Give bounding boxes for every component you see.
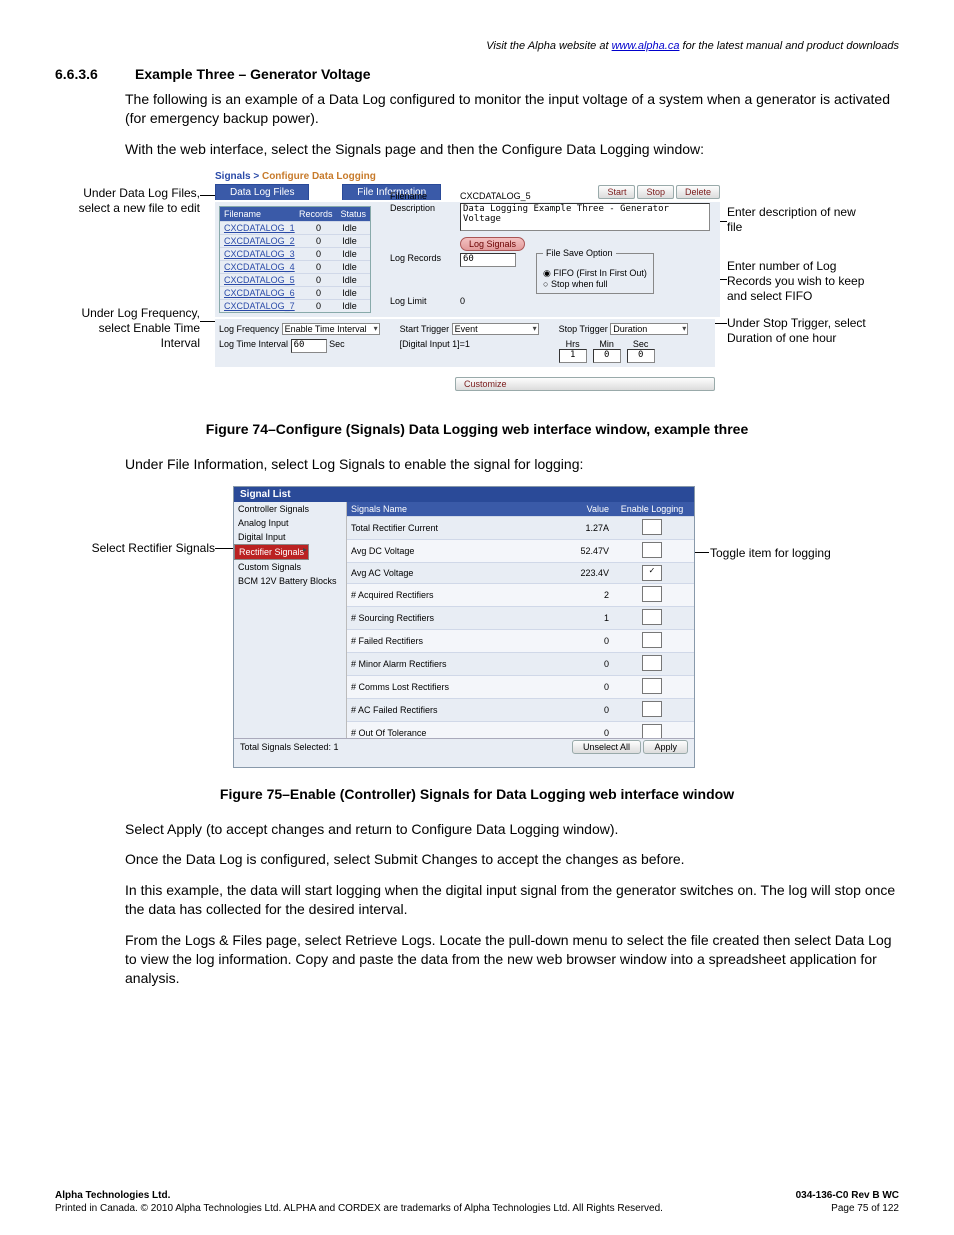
data-log-file-row[interactable]: CXCDATALOG_10Idle <box>220 221 370 234</box>
callout: Under Log Frequency, select Enable Time … <box>60 306 200 351</box>
enable-logging-checkbox[interactable] <box>642 565 662 581</box>
log-limit-value: 0 <box>460 296 465 306</box>
fifo-radio[interactable]: ◉ FIFO (First In First Out) <box>543 268 647 279</box>
data-log-file-row[interactable]: CXCDATALOG_70Idle <box>220 299 370 312</box>
footer-company: Alpha Technologies Ltd. <box>55 1189 170 1202</box>
category-item[interactable]: Custom Signals <box>234 560 346 574</box>
enable-logging-checkbox[interactable] <box>642 655 662 671</box>
footer-page: Page 75 of 122 <box>831 1202 899 1215</box>
log-time-interval-input[interactable]: 60 <box>291 339 327 353</box>
callout: Under Stop Trigger, select Duration of o… <box>727 316 867 346</box>
figure-74-caption: Figure 74–Configure (Signals) Data Loggi… <box>55 421 899 437</box>
start-trigger-sub: [Digital Input 1]=1 <box>400 339 539 349</box>
section-number: 6.6.3.6 <box>55 66 115 82</box>
col-signals-name: Signals Name <box>347 502 545 516</box>
alpha-link[interactable]: www.alpha.ca <box>612 40 680 52</box>
figure-75-screenshot: Select Rectifier Signals Toggle item for… <box>55 486 899 776</box>
category-item[interactable]: BCM 12V Battery Blocks <box>234 574 346 588</box>
category-item[interactable]: Digital Input <box>234 530 346 544</box>
signal-list-title: Signal List <box>234 487 694 502</box>
col-status: Status <box>336 207 370 221</box>
signal-row: # Comms Lost Rectifiers0 <box>347 675 694 698</box>
signal-category-list: Controller Signals Analog Input Digital … <box>234 502 347 738</box>
paragraph: Select Apply (to accept changes and retu… <box>125 820 899 839</box>
enable-logging-checkbox[interactable] <box>642 701 662 717</box>
tab-data-log-files[interactable]: Data Log Files <box>215 184 309 200</box>
signal-row: Avg AC Voltage223.4V <box>347 562 694 583</box>
min-input[interactable]: 0 <box>593 349 621 363</box>
figure-75-caption: Figure 75–Enable (Controller) Signals fo… <box>55 786 899 802</box>
footer-doc: 034-136-C0 Rev B WC <box>796 1189 899 1202</box>
paragraph: With the web interface, select the Signa… <box>125 140 899 159</box>
data-log-file-row[interactable]: CXCDATALOG_20Idle <box>220 234 370 247</box>
sec-input[interactable]: 0 <box>627 349 655 363</box>
data-log-files-table: Filename Records Status CXCDATALOG_10Idl… <box>219 206 371 313</box>
stop-trigger-select[interactable]: Duration <box>610 323 688 335</box>
total-signals-selected: Total Signals Selected: 1 <box>240 742 339 752</box>
category-item[interactable]: Analog Input <box>234 516 346 530</box>
filename-value: CXCDATALOG_5 <box>460 191 531 201</box>
data-log-file-row[interactable]: CXCDATALOG_40Idle <box>220 260 370 273</box>
description-input[interactable]: Data Logging Example Three - Generator V… <box>460 203 710 231</box>
signal-row: Total Rectifier Current1.27A <box>347 516 694 539</box>
enable-logging-checkbox[interactable] <box>642 542 662 558</box>
header-note: Visit the Alpha website at www.alpha.ca … <box>55 40 899 52</box>
breadcrumb: Signals > Configure Data Logging <box>215 171 720 184</box>
paragraph: Under File Information, select Log Signa… <box>125 455 899 474</box>
paragraph: The following is an example of a Data Lo… <box>125 90 899 128</box>
page-footer: Alpha Technologies Ltd. 034-136-C0 Rev B… <box>55 1189 899 1215</box>
callout: Select Rectifier Signals <box>65 541 215 555</box>
section-heading: 6.6.3.6 Example Three – Generator Voltag… <box>55 66 899 82</box>
file-information-panel: FilenameCXCDATALOG_5 DescriptionData Log… <box>390 189 710 308</box>
callout: Enter description of new file <box>727 205 867 235</box>
hrs-input[interactable]: 1 <box>559 349 587 363</box>
signal-row: # Sourcing Rectifiers1 <box>347 606 694 629</box>
signal-row: Avg DC Voltage52.47V <box>347 539 694 562</box>
file-save-option-group: File Save Option ◉ FIFO (First In First … <box>536 253 654 294</box>
section-title: Example Three – Generator Voltage <box>135 66 371 82</box>
log-signals-button[interactable]: Log Signals <box>460 237 525 251</box>
enable-logging-checkbox[interactable] <box>642 609 662 625</box>
paragraph: In this example, the data will start log… <box>125 881 899 919</box>
data-log-file-row[interactable]: CXCDATALOG_50Idle <box>220 273 370 286</box>
unselect-all-button[interactable]: Unselect All <box>572 740 641 754</box>
data-log-file-row[interactable]: CXCDATALOG_30Idle <box>220 247 370 260</box>
log-records-input[interactable]: 60 <box>460 253 516 267</box>
enable-logging-checkbox[interactable] <box>642 586 662 602</box>
apply-button[interactable]: Apply <box>643 740 688 754</box>
signal-row: # AC Failed Rectifiers0 <box>347 698 694 721</box>
callout: Toggle item for logging <box>710 546 860 560</box>
callout: Enter number of Log Records you wish to … <box>727 259 867 304</box>
start-trigger-select[interactable]: Event <box>452 323 539 335</box>
col-records: Records <box>295 207 337 221</box>
enable-logging-checkbox[interactable] <box>642 519 662 535</box>
col-value: Value <box>545 502 613 516</box>
callout: Under Data Log Files, select a new file … <box>60 186 200 216</box>
signal-row: # Minor Alarm Rectifiers0 <box>347 652 694 675</box>
enable-logging-checkbox[interactable] <box>642 632 662 648</box>
category-item[interactable]: Controller Signals <box>234 502 346 516</box>
paragraph: Once the Data Log is configured, select … <box>125 850 899 869</box>
stop-when-full-radio[interactable]: ○ Stop when full <box>543 279 647 289</box>
customize-button[interactable]: Customize <box>455 377 715 391</box>
signal-row: # Acquired Rectifiers2 <box>347 583 694 606</box>
enable-logging-checkbox[interactable] <box>642 678 662 694</box>
header-note-post: for the latest manual and product downlo… <box>679 40 899 52</box>
footer-copyright: Printed in Canada. © 2010 Alpha Technolo… <box>55 1202 663 1215</box>
log-frequency-select[interactable]: Enable Time Interval <box>282 323 380 335</box>
signal-row: # Failed Rectifiers0 <box>347 629 694 652</box>
category-item-selected[interactable]: Rectifier Signals <box>234 544 309 560</box>
signal-row: # Out Of Tolerance0 <box>347 721 694 738</box>
col-enable-logging: Enable Logging <box>613 502 691 516</box>
col-filename: Filename <box>220 207 295 221</box>
enable-logging-checkbox[interactable] <box>642 724 662 738</box>
figure-74-screenshot: Under Data Log Files, select a new file … <box>55 171 899 411</box>
connector-line <box>215 548 233 549</box>
data-log-file-row[interactable]: CXCDATALOG_60Idle <box>220 286 370 299</box>
paragraph: From the Logs & Files page, select Retri… <box>125 931 899 988</box>
header-note-pre: Visit the Alpha website at <box>486 40 611 52</box>
